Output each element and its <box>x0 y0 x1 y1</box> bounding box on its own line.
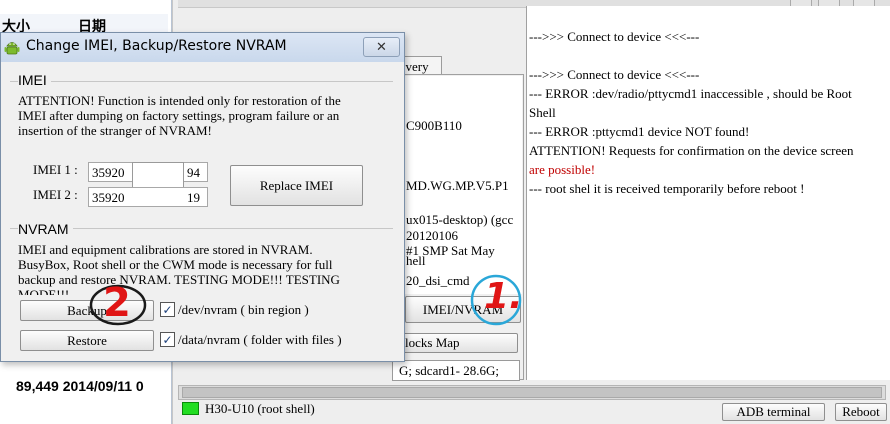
log-line-warning: are possible! <box>529 162 596 177</box>
dialog-title: Change IMEI, Backup/Restore NVRAM <box>26 38 287 54</box>
imei1-input[interactable]: 35920 94 <box>88 162 208 188</box>
backup-checkbox[interactable]: ✓ <box>160 302 175 317</box>
log-line: Shell <box>529 105 556 120</box>
restore-checkbox-label: /data/nvram ( folder with files ) <box>178 332 342 347</box>
log-line: --->>> Connect to device <<<--- <box>529 67 700 82</box>
imei-warning-line: ATTENTION! Function is intended only for… <box>18 93 341 108</box>
blocks-map-button[interactable]: locks Map <box>396 333 518 353</box>
connection-status-led-icon <box>182 402 199 415</box>
nvram-info-line: IMEI and equipment calibrations are stor… <box>18 242 313 257</box>
log-line: --->>> Connect to device <<<--- <box>529 29 700 44</box>
close-icon: ✕ <box>376 39 387 55</box>
nvram-info-line: MODE!!! <box>18 287 70 295</box>
device-info-line: 20120106 <box>406 228 458 243</box>
log-line: --- ERROR :pttycmd1 device NOT found! <box>529 124 750 139</box>
android-app-icon <box>4 42 20 55</box>
imei-nvram-button[interactable]: IMEI/NVRAM <box>405 296 521 323</box>
imei1-suffix: 94 <box>187 165 200 180</box>
checkmark-icon: ✓ <box>162 332 173 347</box>
imei2-input[interactable]: 35920 19 <box>88 187 208 207</box>
replace-imei-button[interactable]: Replace IMEI <box>230 165 363 206</box>
device-info-line: MD.WG.MP.V5.P1 <box>406 178 509 193</box>
console-log[interactable]: --->>> Connect to device <<<--- --->>> C… <box>526 6 890 380</box>
device-info-line: ux015-desktop) (gcc <box>406 212 514 227</box>
nvram-info-line: BusyBox, Root shell or the CWM mode is n… <box>18 257 333 272</box>
checkmark-icon: ✓ <box>162 302 173 317</box>
dialog-close-button[interactable]: ✕ <box>363 37 400 57</box>
restore-button[interactable]: Restore <box>20 330 154 351</box>
device-status-text: H30-U10 (root shell) <box>205 401 315 416</box>
imei-warning-line: insertion of the stranger of NVRAM! <box>18 123 212 138</box>
imei-group-label: IMEI <box>18 72 51 88</box>
log-line: ATTENTION! Requests for confirmation on … <box>529 143 854 158</box>
imei-group-border <box>10 81 393 82</box>
imei-redaction-box <box>132 162 184 188</box>
adb-terminal-button[interactable]: ADB terminal <box>722 403 825 421</box>
file-list-row[interactable]: 89,449 2014/09/11 0 <box>16 378 144 394</box>
device-info-line: C900B110 <box>406 118 462 133</box>
backup-checkbox-label: /dev/nvram ( bin region ) <box>178 302 309 317</box>
storage-info-field: G; sdcard1- 28.6G; <box>392 360 520 381</box>
imei-warning-line: IMEI after dumping on factory settings, … <box>18 108 340 123</box>
device-info-line: hell <box>406 253 426 268</box>
imei2-suffix: 19 <box>187 190 200 205</box>
imei1-prefix: 35920 <box>92 165 125 180</box>
restore-checkbox[interactable]: ✓ <box>160 332 175 347</box>
log-line: --- ERROR :dev/radio/pttycmd1 inaccessib… <box>529 86 852 101</box>
backup-button[interactable]: Backup <box>20 300 154 321</box>
imei1-label: IMEI 1 : <box>33 162 78 177</box>
nvram-group-label: NVRAM <box>18 221 73 237</box>
scrollbar-thumb[interactable] <box>182 387 882 398</box>
reboot-button[interactable]: Reboot <box>835 403 887 421</box>
imei2-label: IMEI 2 : <box>33 187 78 202</box>
device-info-line: 20_dsi_cmd <box>406 273 470 288</box>
nvram-info-line: backup and restore NVRAM. TESTING MODE!!… <box>18 272 340 287</box>
imei2-prefix: 35920 <box>92 190 125 205</box>
log-line: --- root shel it is received temporarily… <box>529 181 805 196</box>
